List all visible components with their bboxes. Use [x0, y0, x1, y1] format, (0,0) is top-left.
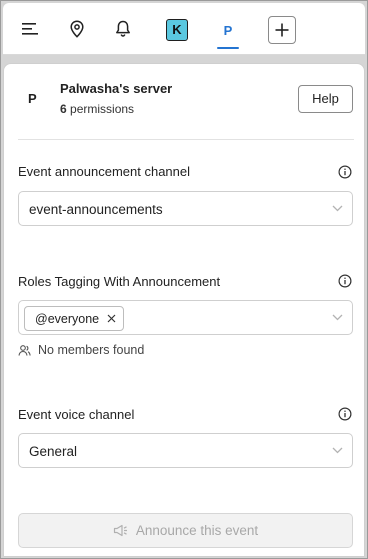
info-icon[interactable]	[338, 274, 352, 288]
notifications-button[interactable]	[109, 15, 137, 43]
plus-icon	[275, 23, 289, 37]
role-chip-label: @everyone	[35, 311, 100, 326]
announcement-channel-select[interactable]: event-announcements	[18, 191, 353, 226]
help-button[interactable]: Help	[298, 85, 353, 113]
server-avatar-k[interactable]: K	[166, 19, 188, 41]
megaphone-icon	[113, 524, 127, 537]
chevron-down-icon	[332, 447, 343, 454]
map-pin-icon	[70, 20, 84, 38]
announcement-channel-value: event-announcements	[29, 202, 163, 217]
permissions-count: 6	[60, 102, 67, 116]
role-chip-everyone: @everyone	[24, 306, 125, 331]
roles-multiselect[interactable]: @everyone	[18, 300, 353, 335]
voice-channel-value: General	[29, 444, 78, 459]
announce-event-button[interactable]: Announce this event	[18, 513, 353, 548]
tab-server-p-letter: P	[223, 23, 233, 38]
active-tab-indicator	[217, 47, 239, 49]
menu-button[interactable]	[16, 15, 44, 43]
header-divider	[18, 139, 354, 140]
add-server-button[interactable]	[268, 16, 296, 44]
announce-event-label: Announce this event	[135, 523, 259, 538]
hamburger-icon	[22, 23, 38, 35]
roles-label: Roles Tagging With Announcement	[18, 274, 221, 289]
tab-server-p[interactable]: P	[215, 15, 241, 53]
location-button[interactable]	[63, 15, 91, 43]
close-icon[interactable]	[107, 314, 116, 323]
event-settings-panel: P Palwasha's server 6 permissions Help E…	[3, 63, 365, 557]
no-members-text: No members found	[38, 343, 145, 357]
top-navigation-bar: K P	[3, 3, 365, 55]
chevron-down-icon	[332, 205, 343, 212]
server-letter-avatar: P	[28, 91, 37, 106]
users-icon	[18, 344, 31, 356]
server-name: Palwasha's server	[60, 81, 173, 96]
announcement-channel-label: Event announcement channel	[18, 164, 191, 179]
permissions-label: permissions	[70, 102, 135, 116]
info-icon[interactable]	[338, 165, 352, 179]
chevron-down-icon	[332, 314, 343, 321]
no-members-message: No members found	[18, 343, 144, 357]
voice-channel-label: Event voice channel	[18, 407, 135, 422]
voice-channel-select[interactable]: General	[18, 433, 353, 468]
bell-icon	[116, 20, 130, 37]
app-frame: K P P Palwasha's server 6 permissions He…	[0, 0, 368, 559]
server-permissions: 6 permissions	[60, 102, 134, 116]
info-icon[interactable]	[338, 407, 352, 421]
